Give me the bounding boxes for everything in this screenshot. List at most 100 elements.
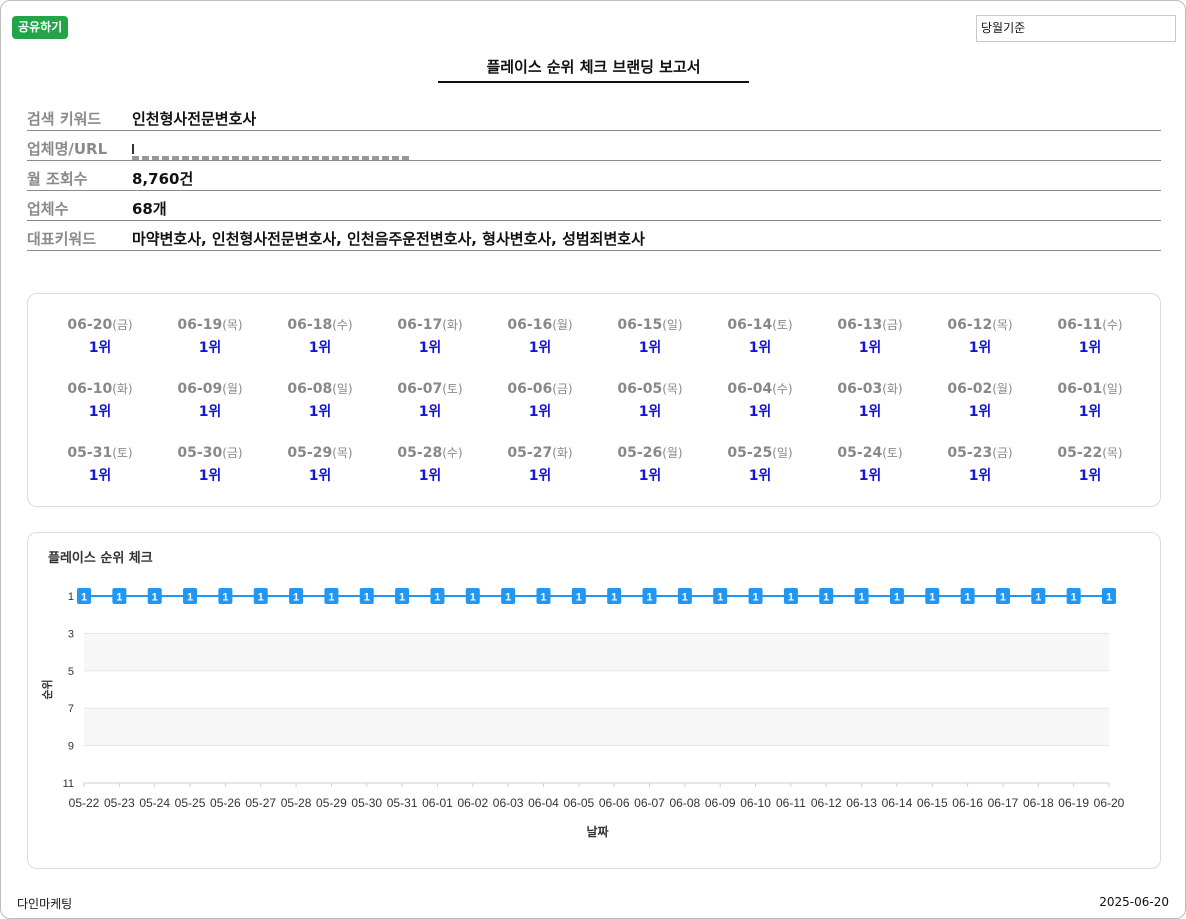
report-title: 플레이스 순위 체크 브랜딩 보고서 (438, 56, 749, 83)
info-row-keyword: 검색 키워드 인천형사전문변호사 (27, 101, 1161, 131)
rank-value: 1위 (638, 340, 662, 356)
info-label: 검색 키워드 (27, 110, 102, 128)
x-tick-label: 06-12 (811, 796, 842, 810)
data-point-label: 1 (1035, 592, 1041, 604)
rank-date: 05-29(목) (265, 442, 375, 464)
chart-band (84, 633, 1109, 671)
rank-cell: 05-24(토) 1위 (815, 442, 925, 497)
rank-weekday: (월) (552, 318, 573, 332)
rank-date-text: 05-31 (67, 445, 113, 461)
data-point-label: 1 (717, 592, 723, 604)
redacted-business-value (132, 144, 412, 160)
rank-date: 06-14(토) (705, 314, 815, 336)
rank-weekday: (일) (772, 446, 793, 460)
rank-date-text: 05-28 (397, 445, 443, 461)
rank-weekday: (금) (882, 318, 903, 332)
data-point-label: 1 (540, 592, 546, 604)
rank-value: 1위 (858, 340, 882, 356)
rank-weekday: (목) (662, 382, 683, 396)
rank-weekday: (금) (112, 318, 133, 332)
x-tick-label: 05-28 (281, 796, 312, 810)
rank-date: 06-07(토) (375, 378, 485, 400)
rank-value: 1위 (88, 340, 112, 356)
x-tick-label: 06-05 (563, 796, 594, 810)
rank-chart-card: 플레이스 순위 체크 1 3 5 7 9 11 05-22 05-23 05-24 05-25 05… (27, 532, 1161, 869)
rank-date-text: 06-14 (727, 317, 773, 333)
rank-date-text: 05-29 (287, 445, 333, 461)
chart-band (84, 708, 1109, 746)
rank-cell: 06-04(수) 1위 (705, 378, 815, 433)
rank-cell: 06-07(토) 1위 (375, 378, 485, 433)
x-tick-label: 06-10 (740, 796, 771, 810)
info-value: 68개 (132, 200, 167, 218)
rank-cell: 06-17(화) 1위 (375, 314, 485, 369)
rank-weekday: (월) (662, 446, 683, 460)
rank-value: 1위 (418, 404, 442, 420)
x-tick-label: 06-02 (457, 796, 488, 810)
rank-cell: 05-29(목) 1위 (265, 442, 375, 497)
y-tick-label: 7 (68, 703, 74, 715)
x-tick-label: 06-03 (493, 796, 524, 810)
share-button[interactable]: 공유하기 (12, 16, 69, 39)
rank-date: 05-28(수) (375, 442, 485, 464)
x-tick-label: 05-31 (387, 796, 418, 810)
rank-value: 1위 (198, 340, 222, 356)
data-point-label: 1 (222, 592, 228, 604)
rank-cell: 06-10(화) 1위 (45, 378, 155, 433)
data-point-label: 1 (258, 592, 264, 604)
rank-weekday: (토) (772, 318, 793, 332)
info-value: 마약변호사, 인천형사전문변호사, 인천음주운전변호사, 형사변호사, 성범죄변… (132, 230, 645, 248)
rank-cell: 06-02(월) 1위 (925, 378, 1035, 433)
x-tick-label: 06-06 (599, 796, 630, 810)
rank-weekday: (수) (1102, 318, 1123, 332)
rank-date-text: 06-12 (947, 317, 993, 333)
data-point-label: 1 (470, 592, 476, 604)
rank-value: 1위 (1078, 404, 1102, 420)
rank-date: 06-17(화) (375, 314, 485, 336)
rank-weekday: (토) (442, 382, 463, 396)
data-point-label: 1 (646, 592, 652, 604)
rank-cell: 06-12(목) 1위 (925, 314, 1035, 369)
rank-date-text: 05-25 (727, 445, 773, 461)
data-point-label: 1 (929, 592, 935, 604)
rank-weekday: (토) (882, 446, 903, 460)
rank-date-text: 05-30 (177, 445, 223, 461)
info-label: 업체명/URL (27, 140, 108, 158)
rank-date: 06-19(목) (155, 314, 265, 336)
rank-date-text: 06-17 (397, 317, 443, 333)
rank-value: 1위 (88, 468, 112, 484)
x-tick-label: 06-17 (988, 796, 1019, 810)
rank-value: 1위 (528, 404, 552, 420)
redaction-mark (132, 144, 134, 154)
x-tick-label: 06-13 (846, 796, 877, 810)
info-row-business: 업체명/URL (27, 131, 1161, 161)
period-select[interactable]: 당월기준 (976, 15, 1176, 42)
x-tick-label: 05-24 (139, 796, 170, 810)
rank-value: 1위 (858, 468, 882, 484)
data-point-label: 1 (788, 592, 794, 604)
rank-date: 05-25(일) (705, 442, 815, 464)
rank-date-text: 06-13 (837, 317, 883, 333)
rank-cell: 05-22(목) 1위 (1035, 442, 1145, 497)
data-point-label: 1 (293, 592, 299, 604)
data-point-label: 1 (81, 592, 87, 604)
rank-date-text: 05-24 (837, 445, 883, 461)
chart-band (84, 745, 1109, 783)
rank-date-text: 06-11 (1057, 317, 1103, 333)
x-axis-title: 날짜 (586, 824, 608, 839)
rank-cell: 06-06(금) 1위 (485, 378, 595, 433)
rank-date: 05-27(화) (485, 442, 595, 464)
y-axis-title: 순위 (41, 679, 54, 699)
data-point-label: 1 (187, 592, 193, 604)
x-tick-label: 06-18 (1023, 796, 1054, 810)
rank-weekday: (목) (332, 446, 353, 460)
data-point-label: 1 (611, 592, 617, 604)
rank-value: 1위 (968, 468, 992, 484)
rank-date: 05-23(금) (925, 442, 1035, 464)
rank-weekday: (목) (222, 318, 243, 332)
rank-date-text: 06-03 (837, 381, 883, 397)
data-point-label: 1 (823, 592, 829, 604)
rank-date: 06-10(화) (45, 378, 155, 400)
rank-cell: 06-03(화) 1위 (815, 378, 925, 433)
rank-date: 06-13(금) (815, 314, 925, 336)
